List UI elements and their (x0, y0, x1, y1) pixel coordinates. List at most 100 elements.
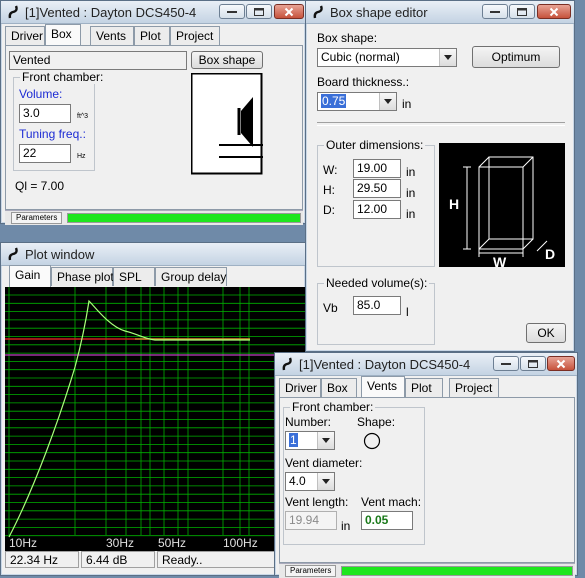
tab-gain[interactable]: Gain (9, 265, 51, 287)
thickness-select[interactable]: 0.75 (317, 92, 397, 111)
close-button[interactable] (547, 356, 575, 371)
tab-box[interactable]: Box (321, 378, 357, 397)
tab-spl[interactable]: SPL (113, 267, 155, 286)
optimum-button[interactable]: Optimum (472, 46, 560, 68)
number-select[interactable]: 1 (285, 431, 335, 450)
vent-mach-field: 0.05 (361, 511, 413, 530)
vent-diameter-select[interactable]: 4.0 (285, 472, 335, 491)
thickness-label: Board thickness.: (317, 75, 410, 89)
volume-input[interactable]: 3.0 (19, 104, 71, 123)
vents-window-title: [1]Vented : Dayton DCS450-4 (299, 357, 471, 372)
maximize-button[interactable] (246, 4, 272, 19)
d-input[interactable]: 12.00 (353, 200, 401, 219)
tab-vents[interactable]: Vents (90, 26, 134, 45)
outer-dimensions-label: Outer dimensions: (324, 138, 426, 152)
vb-label: Vb (323, 301, 338, 315)
tab-plot[interactable]: Plot (405, 378, 443, 397)
close-icon (556, 359, 566, 368)
h-input[interactable]: 29.50 (353, 179, 401, 198)
volume-label: Volume: (19, 87, 63, 101)
h-label: H: (323, 183, 335, 197)
box-shape-editor: Box shape editor Box shape: Cubic (norma… (305, 0, 575, 352)
h-unit: in (406, 186, 416, 200)
vents-params-label: Parameters (285, 565, 337, 577)
minimize-button[interactable] (493, 356, 519, 371)
vent-diameter-label: Vent diameter: (285, 456, 363, 470)
app-icon (8, 247, 18, 261)
app-icon (313, 5, 323, 19)
maximize-button[interactable] (520, 356, 546, 371)
tab-driver[interactable]: Driver (5, 26, 45, 45)
d-label: D: (323, 203, 335, 217)
box-shape-button[interactable]: Box shape (191, 51, 263, 69)
shape-editor-titlebar[interactable]: Box shape editor (306, 1, 574, 24)
close-button[interactable] (274, 4, 304, 19)
app-icon (8, 5, 18, 19)
tab-project[interactable]: Project (449, 378, 499, 397)
status-frequency: 22.34 Hz (5, 551, 79, 568)
maximize-icon (254, 7, 264, 16)
box-window-titlebar[interactable]: [1]Vented : Dayton DCS450-4 (1, 1, 305, 24)
close-icon (549, 7, 559, 16)
vent-length-field: 19.94 (285, 511, 337, 530)
separator (317, 122, 565, 126)
plot-tabs: Gain Phase plot SPL Group delay (5, 265, 305, 287)
tab-plot[interactable]: Plot (134, 26, 170, 45)
minimize-icon (227, 10, 237, 13)
tab-group-delay[interactable]: Group delay (155, 267, 227, 286)
close-button[interactable] (537, 4, 571, 19)
box-shape-select[interactable]: Cubic (normal) (317, 48, 457, 67)
params-label: Parameters (11, 212, 63, 224)
plot-window-title: Plot window (25, 247, 95, 262)
app-icon (282, 357, 292, 371)
vb-unit: l (406, 305, 409, 319)
minimize-button[interactable] (482, 4, 508, 19)
tab-vents[interactable]: Vents (361, 376, 405, 398)
tab-phase-plot[interactable]: Phase plot (51, 267, 114, 286)
d-unit: in (406, 207, 416, 221)
plot-window: Plot window Gain Phase plot SPL Group de… (0, 242, 306, 576)
shape-editor-title: Box shape editor (330, 5, 428, 20)
tab-driver[interactable]: Driver (279, 378, 321, 397)
ok-button[interactable]: OK (526, 323, 566, 343)
chevron-down-icon (379, 93, 396, 110)
volume-unit: ft^3 (77, 113, 89, 120)
w-unit: in (406, 165, 416, 179)
vent-mach-label: Vent mach: (361, 495, 422, 509)
vents-params-progress (341, 566, 573, 576)
thickness-unit: in (402, 97, 412, 111)
number-label: Number: (285, 415, 332, 429)
w-label: W: (323, 163, 338, 177)
maximize-button[interactable] (509, 4, 535, 19)
minimize-button[interactable] (219, 4, 245, 19)
tuning-unit: Hz (77, 153, 86, 160)
round-vent-shape-icon[interactable] (363, 432, 381, 450)
plot-statusbar: 22.34 Hz 6.44 dB Ready.. (3, 551, 305, 571)
box-type-field[interactable]: Vented (9, 51, 187, 70)
tab-box[interactable]: Box (45, 24, 81, 46)
gain-plot[interactable]: 10Hz 30Hz 50Hz 100Hz (5, 287, 306, 551)
params-statusbar: Parameters (5, 210, 303, 225)
status-gain: 6.44 dB (81, 551, 155, 568)
vents-window-titlebar[interactable]: [1]Vented : Dayton DCS450-4 (275, 353, 577, 376)
vents-window-tabs: Driver Box Vents Plot Project (279, 376, 575, 398)
diagram-w-label: W (493, 254, 507, 267)
box-window-title: [1]Vented : Dayton DCS450-4 (25, 5, 197, 20)
tuning-input[interactable]: 22 (19, 144, 71, 163)
close-icon (284, 7, 294, 16)
front-chamber-label: Front chamber: (20, 70, 106, 84)
vb-input[interactable]: 85.0 (353, 296, 401, 315)
maximize-icon (517, 7, 527, 16)
tab-project[interactable]: Project (170, 26, 220, 45)
chevron-down-icon (439, 49, 456, 66)
chevron-down-icon (317, 432, 334, 449)
diagram-h-label: H (449, 196, 459, 212)
box-dimension-diagram: H W D (439, 143, 565, 267)
needed-volume-label: Needed volume(s): (324, 276, 430, 290)
maximize-icon (528, 359, 538, 368)
vent-length-unit: in (341, 519, 351, 533)
chevron-down-icon (317, 473, 334, 490)
x-tick-10hz: 10Hz (9, 536, 37, 550)
w-input[interactable]: 19.00 (353, 159, 401, 178)
plot-window-titlebar[interactable]: Plot window (1, 243, 305, 266)
